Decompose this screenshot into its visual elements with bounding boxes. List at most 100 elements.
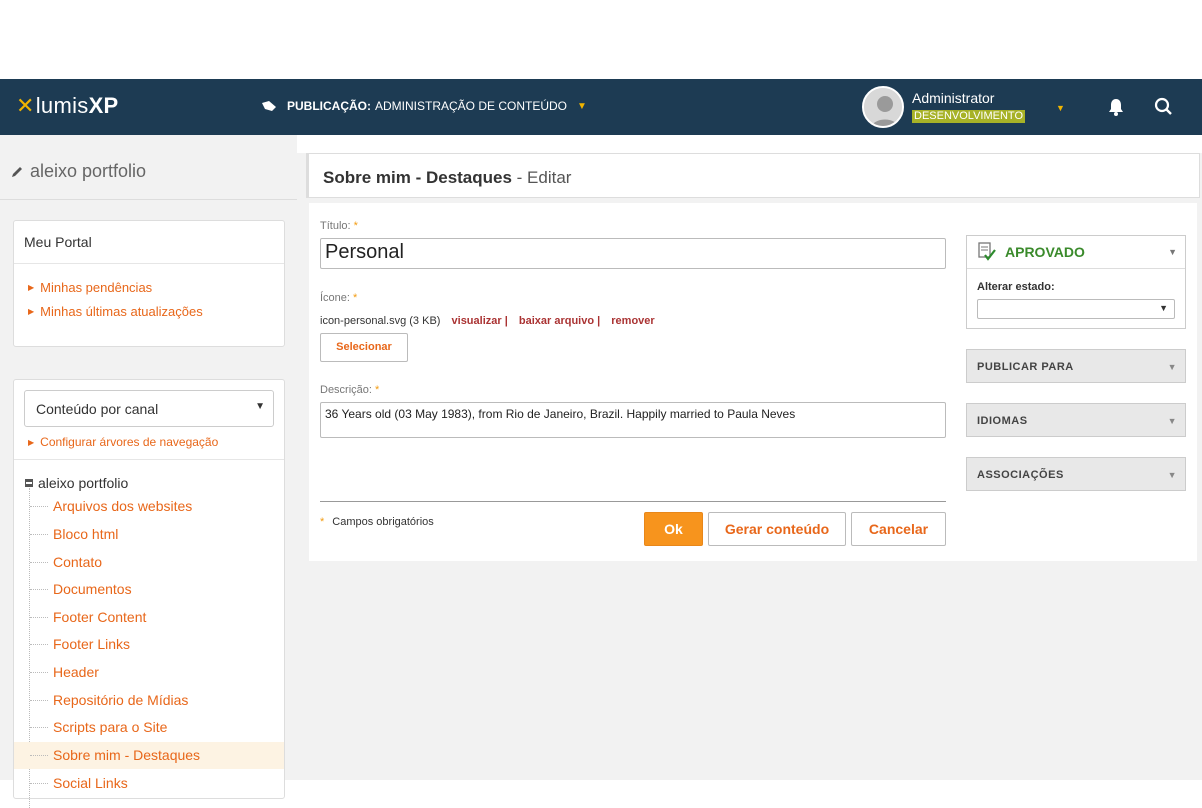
- workflow-status-box: APROVADO ▼ Alterar estado: ▼: [966, 235, 1186, 329]
- chevron-down-icon: ▼: [1167, 416, 1177, 426]
- tree-item[interactable]: Scripts para o Site: [14, 714, 284, 741]
- sidebar-divider: [0, 199, 297, 200]
- editor-header: Sobre mim - Destaques - Editar: [306, 153, 1200, 198]
- chevron-down-icon: ▼: [1168, 247, 1177, 257]
- required-mark: *: [352, 292, 358, 304]
- form-divider: [320, 501, 946, 502]
- icon-label-text: Ícone:: [320, 292, 350, 304]
- description-label-text: Descrição:: [320, 384, 372, 396]
- chevron-down-icon: ▼: [255, 401, 265, 412]
- view-file-link[interactable]: visualizar |: [452, 315, 508, 327]
- caret-right-icon: ▶: [28, 437, 35, 447]
- change-state-label: Alterar estado:: [977, 281, 1055, 293]
- configure-navigation-link[interactable]: ▶ Configurar árvores de navegação: [28, 435, 218, 449]
- publish-to-label: PUBLICAR PARA: [977, 361, 1074, 373]
- download-file-link[interactable]: baixar arquivo |: [519, 315, 600, 327]
- tree-item[interactable]: Repositório de Mídias: [14, 687, 284, 714]
- status-header[interactable]: APROVADO ▼: [967, 236, 1185, 269]
- my-portal-panel: Meu Portal ▶ Minhas pendências ▶ Minhas úl…: [13, 220, 285, 347]
- languages-label: IDIOMAS: [977, 415, 1028, 427]
- user-silhouette-icon: [864, 88, 902, 126]
- channel-view-select-value: Conteúdo por canal: [36, 401, 159, 417]
- channel-tree-panel: Conteúdo por canal ▼ ▶ Configurar árvores…: [13, 379, 285, 808]
- user-menu[interactable]: Administrator DESENVOLVIMENTO: [862, 86, 1026, 128]
- link-pending-label: Minhas pendências: [40, 280, 153, 295]
- title-input[interactable]: Personal: [320, 238, 946, 269]
- link-latest-updates[interactable]: ▶ Minhas últimas atualizações: [28, 304, 284, 319]
- tree-item-active[interactable]: Sobre mim - Destaques: [14, 742, 284, 769]
- description-label: Descrição: *: [320, 384, 379, 396]
- required-fields-note: * Campos obrigatórios: [320, 516, 434, 528]
- link-pending[interactable]: ▶ Minhas pendências: [28, 280, 284, 295]
- generate-content-button[interactable]: Gerar conteúdo: [708, 512, 846, 546]
- title-label-text: Título:: [320, 220, 351, 232]
- site-title-text: aleixo portfolio: [30, 161, 147, 181]
- associations-label: ASSOCIAÇÕES: [977, 469, 1064, 481]
- search-icon[interactable]: [1154, 97, 1174, 117]
- edit-form: Título: * Personal Ícone: * icon-personal.…: [309, 203, 1197, 561]
- associations-section[interactable]: ASSOCIAÇÕES ▼: [966, 457, 1186, 491]
- sidebar: aleixo portfolio Meu Portal ▶ Minhas pend…: [0, 135, 297, 808]
- description-textarea[interactable]: 36 Years old (03 May 1983), from Rio de …: [320, 402, 946, 438]
- ok-button[interactable]: Ok: [644, 512, 703, 546]
- caret-right-icon: ▶: [28, 283, 35, 292]
- tree-item[interactable]: Bloco html: [14, 521, 284, 548]
- icon-label: Ícone: *: [320, 292, 357, 304]
- collapse-icon[interactable]: [25, 479, 33, 487]
- tree-root-label: aleixo portfolio: [38, 475, 129, 491]
- required-note-text: Campos obrigatórios: [332, 516, 434, 528]
- file-info: icon-personal.svg (3 KB) visualizar | ba…: [320, 315, 655, 327]
- cancel-button[interactable]: Cancelar: [851, 512, 946, 546]
- lumis-x-icon: ✕: [16, 93, 35, 118]
- my-portal-title: Meu Portal: [14, 221, 284, 264]
- publication-prefix: PUBLICAÇÃO:: [287, 99, 371, 113]
- logo-text-light: lumis: [35, 93, 89, 118]
- publish-to-section[interactable]: PUBLICAR PARA ▼: [966, 349, 1186, 383]
- chevron-down-icon: ▼: [1167, 362, 1177, 372]
- tree-item[interactable]: Footer Content: [14, 604, 284, 631]
- logo-text-bold: XP: [88, 93, 119, 118]
- page-title: Sobre mim - Destaques - Editar: [323, 168, 571, 188]
- required-mark: *: [320, 516, 325, 528]
- tree-item[interactable]: Contato: [14, 549, 284, 576]
- site-title[interactable]: aleixo portfolio: [10, 161, 146, 182]
- tag-icon: [262, 101, 276, 111]
- languages-section[interactable]: IDIOMAS ▼: [966, 403, 1186, 437]
- lumisxp-logo[interactable]: ✕ lumis XP: [16, 93, 119, 119]
- bell-icon[interactable]: [1106, 97, 1126, 117]
- chevron-down-icon: ▼: [577, 100, 587, 112]
- page-title-bold: Sobre mim - Destaques: [323, 168, 512, 187]
- main-content: Sobre mim - Destaques - Editar Título: * …: [297, 153, 1202, 780]
- required-mark: *: [374, 384, 380, 396]
- link-latest-updates-label: Minhas últimas atualizações: [40, 304, 203, 319]
- pencil-icon: [12, 166, 22, 177]
- caret-right-icon: ▶: [28, 307, 35, 316]
- tree-root[interactable]: aleixo portfolio: [25, 475, 128, 491]
- chevron-down-icon: ▼: [1167, 470, 1177, 480]
- tree-item[interactable]: Header: [14, 659, 284, 686]
- required-mark: *: [353, 220, 358, 232]
- tree-item[interactable]: Social Links: [14, 770, 284, 797]
- configure-navigation-label: Configurar árvores de navegação: [40, 435, 219, 449]
- channel-view-select[interactable]: Conteúdo por canal ▼: [24, 390, 274, 427]
- tree-item[interactable]: Documentos: [14, 576, 284, 603]
- tree-item[interactable]: Footer Links: [14, 631, 284, 658]
- change-state-select[interactable]: ▼: [977, 299, 1175, 319]
- remove-file-link[interactable]: remover: [611, 315, 654, 327]
- select-file-button[interactable]: Selecionar: [320, 333, 408, 362]
- chevron-down-icon: ▼: [1159, 303, 1168, 313]
- publication-selector[interactable]: PUBLICAÇÃO: ADMINISTRAÇÃO DE CONTEÚDO ▼: [261, 99, 587, 113]
- environment-badge: DESENVOLVIMENTO: [912, 110, 1026, 123]
- top-navigation-bar: ✕ lumis XP PUBLICAÇÃO: ADMINISTRAÇÃO DE C…: [0, 79, 1202, 135]
- status-value: APROVADO: [1005, 244, 1085, 260]
- user-name: Administrator: [912, 90, 995, 106]
- avatar: [862, 86, 904, 128]
- title-label: Título: *: [320, 220, 358, 232]
- file-name: icon-personal.svg (3 KB): [320, 315, 441, 327]
- tree-item[interactable]: Arquivos dos websites: [14, 493, 284, 520]
- approved-document-icon: [978, 242, 996, 261]
- page-title-suffix: - Editar: [511, 168, 572, 187]
- panel-divider: [14, 459, 284, 460]
- publication-name: ADMINISTRAÇÃO DE CONTEÚDO: [375, 99, 568, 113]
- user-menu-chevron-icon[interactable]: ▼: [1056, 103, 1065, 113]
